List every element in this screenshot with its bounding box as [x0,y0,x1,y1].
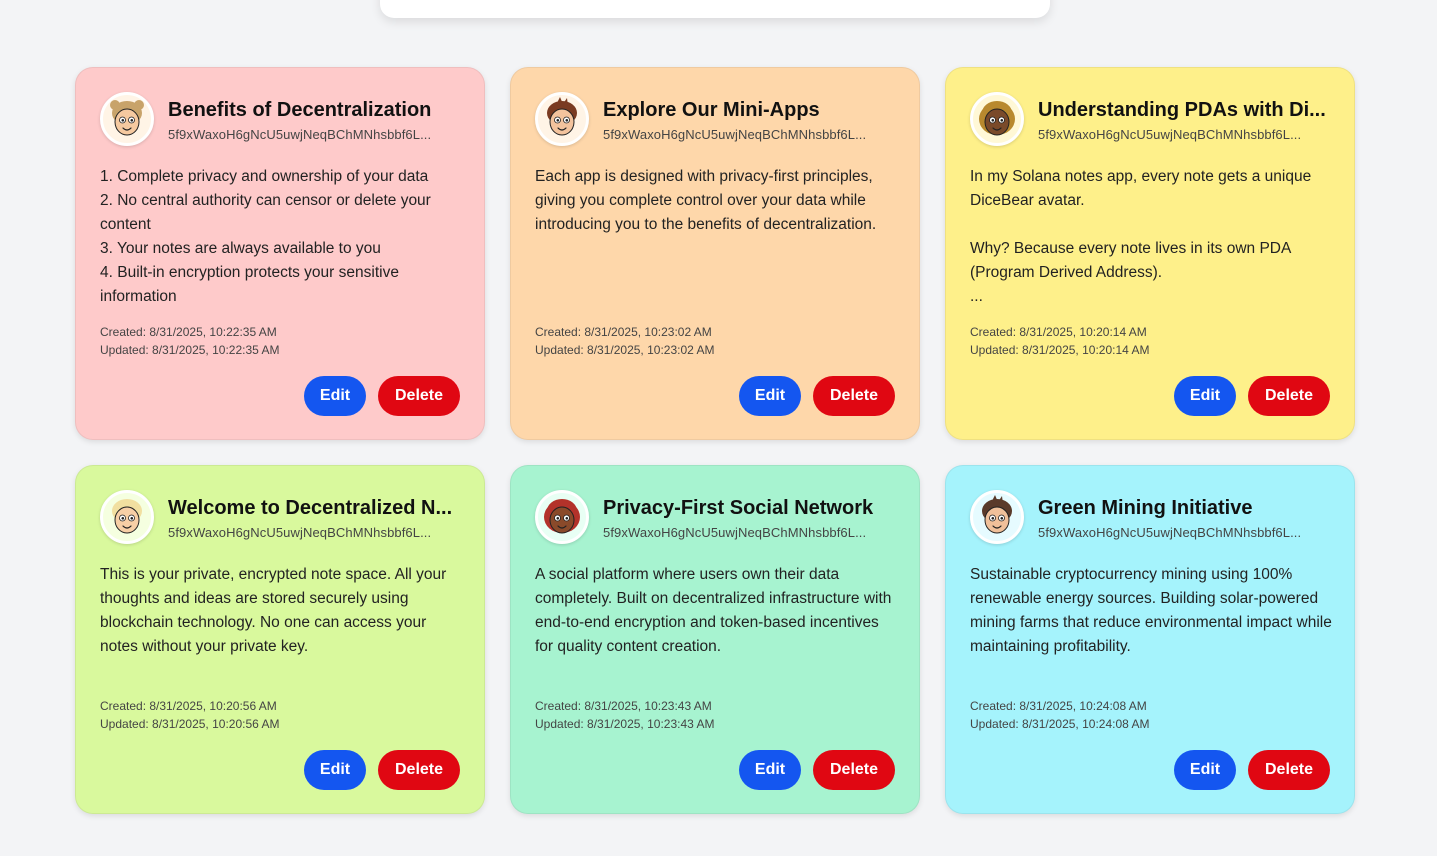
edit-button[interactable]: Edit [739,750,801,790]
avatar-red-hair-icon [535,490,589,544]
note-address: 5f9xWaxoH6gNcU5uwjNeqBChMNhsbbf6L... [1038,127,1302,142]
note-timestamps: Created: 8/31/2025, 10:20:14 AM Updated:… [970,323,1149,359]
created-timestamp: Created: 8/31/2025, 10:20:14 AM [970,325,1147,339]
note-title: Privacy-First Social Network [603,497,874,519]
avatar-girl-buns-icon [100,92,154,146]
notes-grid: Benefits of Decentralization 5f9xWaxoH6g… [75,67,1355,814]
edit-button[interactable]: Edit [304,750,366,790]
note-timestamps: Created: 8/31/2025, 10:24:08 AM Updated:… [970,697,1149,733]
note-body: Sustainable cryptocurrency mining using … [970,566,1332,655]
avatar-boy-spiky-icon [535,92,589,146]
created-timestamp: Created: 8/31/2025, 10:23:43 AM [535,699,712,713]
created-timestamp: Created: 8/31/2025, 10:22:35 AM [100,325,277,339]
note-title: Understanding PDAs with Di... [1038,99,1326,121]
note-card: Benefits of Decentralization 5f9xWaxoH6g… [75,67,485,440]
note-address: 5f9xWaxoH6gNcU5uwjNeqBChMNhsbbf6L... [1038,525,1302,540]
note-address: 5f9xWaxoH6gNcU5uwjNeqBChMNhsbbf6L... [603,525,867,540]
updated-timestamp: Updated: 8/31/2025, 10:24:08 AM [970,717,1150,731]
note-card: Green Mining Initiative 5f9xWaxoH6gNcU5u… [945,465,1355,814]
note-address: 5f9xWaxoH6gNcU5uwjNeqBChMNhsbbf6L... [603,127,867,142]
note-title: Welcome to Decentralized N... [168,497,453,519]
note-timestamps: Created: 8/31/2025, 10:23:43 AM Updated:… [535,697,714,733]
created-timestamp: Created: 8/31/2025, 10:23:02 AM [535,325,712,339]
note-address: 5f9xWaxoH6gNcU5uwjNeqBChMNhsbbf6L... [168,127,432,142]
note-timestamps: Created: 8/31/2025, 10:20:56 AM Updated:… [100,697,279,733]
delete-button[interactable]: Delete [378,750,460,790]
updated-timestamp: Updated: 8/31/2025, 10:23:02 AM [535,343,715,357]
updated-timestamp: Updated: 8/31/2025, 10:20:56 AM [100,717,280,731]
created-timestamp: Created: 8/31/2025, 10:24:08 AM [970,699,1147,713]
edit-button[interactable]: Edit [1174,750,1236,790]
note-card: Privacy-First Social Network 5f9xWaxoH6g… [510,465,920,814]
updated-timestamp: Updated: 8/31/2025, 10:23:43 AM [535,717,715,731]
avatar-dark-curly-icon [970,92,1024,146]
edit-button[interactable]: Edit [304,376,366,416]
delete-button[interactable]: Delete [1248,750,1330,790]
avatar-boy-mohawk-icon [970,490,1024,544]
delete-button[interactable]: Delete [378,376,460,416]
note-body: This is your private, encrypted note spa… [100,566,447,655]
note-timestamps: Created: 8/31/2025, 10:22:35 AM Updated:… [100,323,279,359]
edit-button[interactable]: Edit [739,376,801,416]
note-card: Explore Our Mini-Apps 5f9xWaxoH6gNcU5uwj… [510,67,920,440]
note-card: Understanding PDAs with Di... 5f9xWaxoH6… [945,67,1355,440]
note-title: Benefits of Decentralization [168,99,432,121]
note-address: 5f9xWaxoH6gNcU5uwjNeqBChMNhsbbf6L... [168,525,432,540]
delete-button[interactable]: Delete [1248,376,1330,416]
note-body: In my Solana notes app, every note gets … [970,168,1312,305]
created-timestamp: Created: 8/31/2025, 10:20:56 AM [100,699,277,713]
note-card: Welcome to Decentralized N... 5f9xWaxoH6… [75,465,485,814]
edit-button[interactable]: Edit [1174,376,1236,416]
updated-timestamp: Updated: 8/31/2025, 10:22:35 AM [100,343,280,357]
avatar-blond-boy-icon [100,490,154,544]
note-title: Green Mining Initiative [1038,497,1253,519]
delete-button[interactable]: Delete [813,750,895,790]
delete-button[interactable]: Delete [813,376,895,416]
note-timestamps: Created: 8/31/2025, 10:23:02 AM Updated:… [535,323,714,359]
note-body: Each app is designed with privacy-first … [535,168,877,233]
note-body: 1. Complete privacy and ownership of you… [100,168,431,305]
note-title: Explore Our Mini-Apps [603,99,820,121]
top-panel [380,0,1050,18]
note-body: A social platform where users own their … [535,566,892,655]
updated-timestamp: Updated: 8/31/2025, 10:20:14 AM [970,343,1150,357]
